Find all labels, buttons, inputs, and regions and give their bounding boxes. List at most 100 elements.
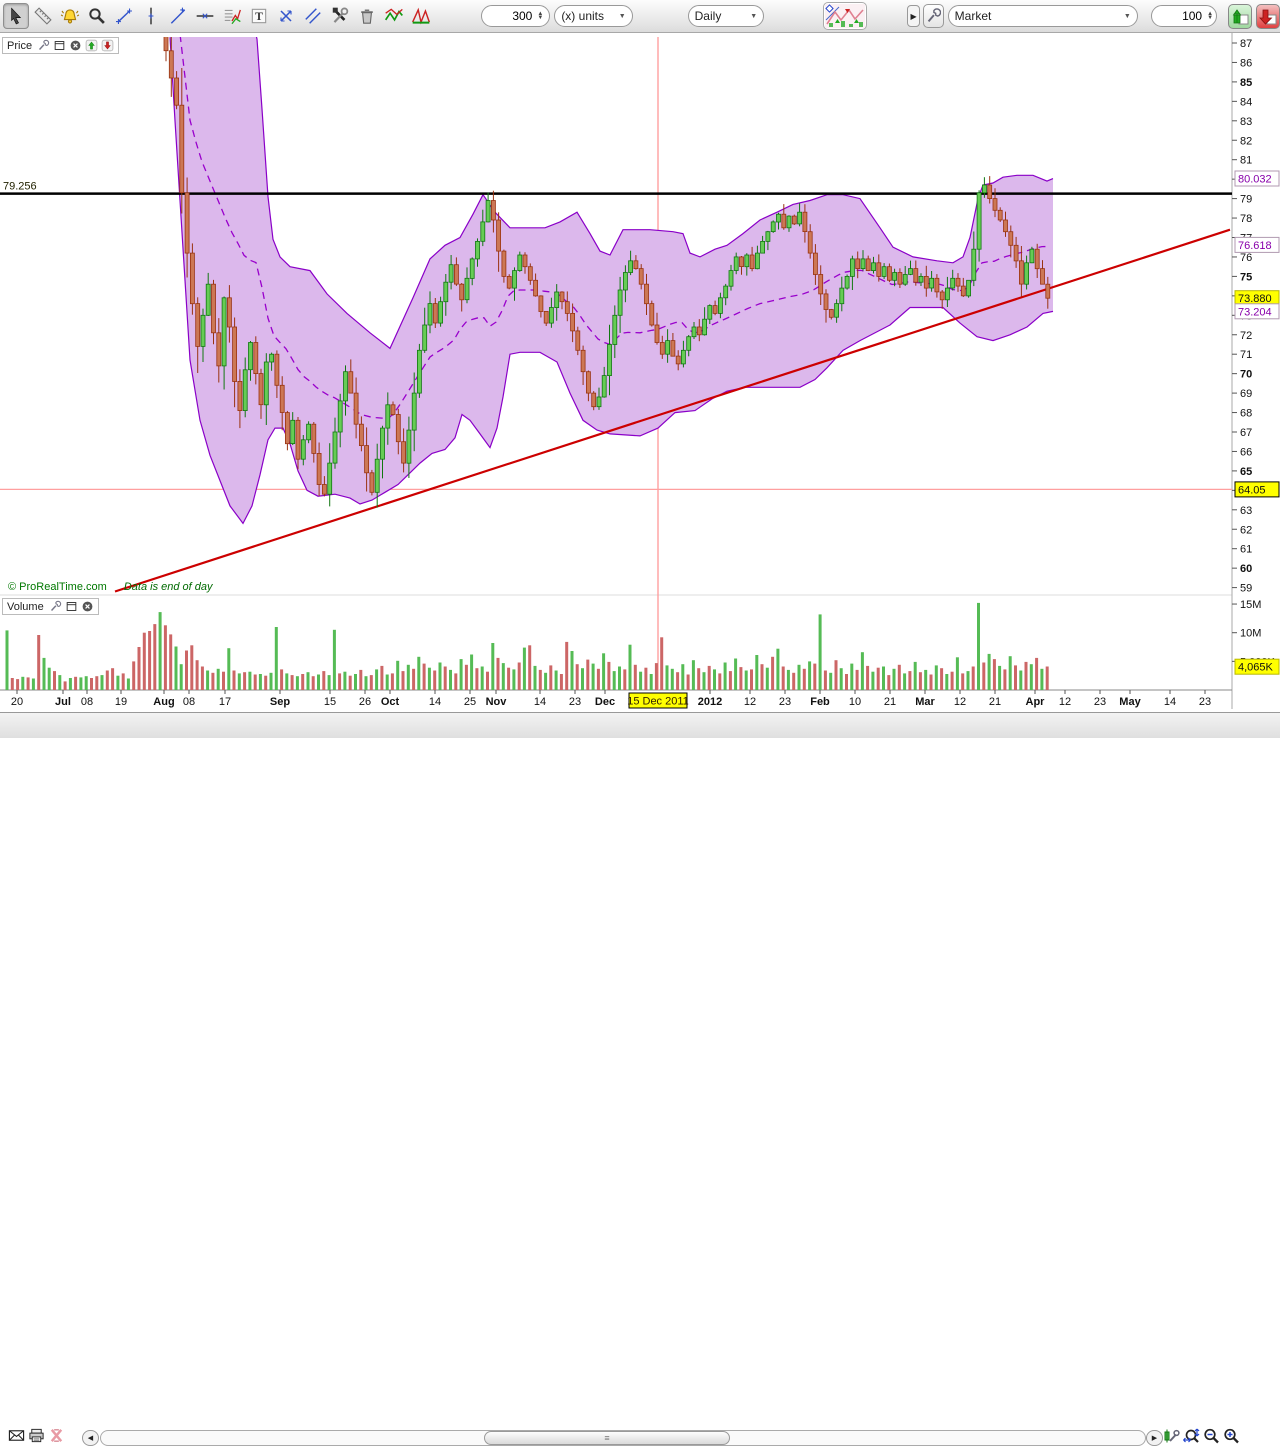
mail-icon — [8, 1427, 25, 1444]
zigzag-indicator-button[interactable] — [381, 3, 407, 29]
select-cursor-button[interactable] — [3, 3, 29, 29]
spinner-arrows-icon[interactable]: ▲▼ — [537, 12, 543, 20]
wrench-icon-button[interactable] — [37, 39, 50, 52]
chart-scrollbar-thumb[interactable]: ≡ — [484, 1431, 730, 1445]
svg-text:Oct: Oct — [381, 696, 400, 708]
svg-text:84: 84 — [1240, 96, 1252, 108]
disconnect-icon-button[interactable] — [48, 1427, 65, 1444]
horizontal-line-tool — [195, 6, 215, 26]
svg-text:63: 63 — [1240, 505, 1252, 517]
order-type-dropdown[interactable]: Market ▼ — [948, 5, 1138, 27]
move-points-tool-button[interactable] — [273, 3, 299, 29]
trend-line-tool — [168, 6, 188, 26]
indicator-list — [222, 6, 242, 26]
svg-text:Aug: Aug — [153, 696, 174, 708]
quantity-spinner[interactable]: ▲▼ — [1151, 5, 1217, 27]
timeframe-dropdown[interactable]: Daily ▼ — [688, 5, 765, 27]
chart-scrollbar-track[interactable]: ≡ — [100, 1430, 1146, 1446]
svg-text:85: 85 — [1240, 77, 1252, 89]
svg-text:69: 69 — [1240, 388, 1252, 400]
svg-text:61: 61 — [1240, 544, 1252, 556]
ruler-button[interactable] — [30, 3, 56, 29]
price-panel-icons — [37, 39, 114, 52]
window-icon — [53, 39, 66, 52]
svg-text:64.05: 64.05 — [1238, 484, 1266, 496]
scroll-left-button[interactable]: ◀ — [82, 1430, 99, 1446]
grip-icon: ≡ — [604, 1433, 609, 1443]
window-icon-button[interactable] — [53, 39, 66, 52]
pattern-indicator-button[interactable] — [408, 3, 434, 29]
chart-settings-icon-button[interactable] — [1162, 1427, 1180, 1445]
order-settings-button[interactable] — [923, 4, 944, 28]
svg-text:78: 78 — [1240, 213, 1252, 225]
volume-series — [6, 603, 1049, 690]
chart-settings-icon — [1162, 1427, 1180, 1445]
chart-canvas[interactable]: 5960616263646566676869707172737475767778… — [0, 33, 1280, 712]
bottom-right-icons — [1162, 1427, 1240, 1445]
volume-panel-header[interactable]: Volume — [2, 598, 99, 615]
bars-count-input[interactable] — [488, 8, 534, 24]
svg-text:66: 66 — [1240, 446, 1252, 458]
volume-panel-title: Volume — [7, 601, 44, 613]
price-panel-header[interactable]: Price — [2, 37, 119, 54]
chart-style-button[interactable] — [823, 2, 867, 30]
expand-order-panel-button[interactable]: ▶ — [907, 5, 919, 27]
trend-line-tool-button[interactable] — [165, 3, 191, 29]
right-arrow-icon: ▶ — [910, 12, 916, 21]
watermark: © ProRealTime.com Data is end of day — [8, 581, 213, 593]
mail-icon-button[interactable] — [8, 1427, 25, 1444]
svg-text:23: 23 — [779, 696, 791, 708]
trading-platform-window: { "toolbar": { "selected_tool": "select-… — [0, 0, 1280, 738]
trash-tool-button[interactable] — [354, 3, 380, 29]
zoom-tool — [87, 6, 107, 26]
bars-count-spinner[interactable]: ▲▼ — [481, 5, 550, 27]
alarm-bell-button[interactable] — [57, 3, 83, 29]
zoom-in-icon-button[interactable] — [1222, 1427, 1240, 1445]
svg-text:12: 12 — [744, 696, 756, 708]
indicator-list-button[interactable] — [219, 3, 245, 29]
svg-text:T: T — [255, 10, 263, 23]
arrow-down-icon-button[interactable] — [101, 39, 114, 52]
quantity-input[interactable] — [1158, 8, 1204, 24]
window-icon-button[interactable] — [65, 600, 78, 613]
parallel-lines-tool-button[interactable] — [300, 3, 326, 29]
arrow-up-icon-button[interactable] — [85, 39, 98, 52]
svg-text:81: 81 — [1240, 155, 1252, 167]
svg-text:83: 83 — [1240, 116, 1252, 128]
select-cursor — [6, 6, 26, 26]
zoom-tool-button[interactable] — [84, 3, 110, 29]
svg-text:08: 08 — [81, 696, 93, 708]
segment-tool — [114, 6, 134, 26]
close-icon-button[interactable] — [69, 39, 82, 52]
copyright-text: © ProRealTime.com — [8, 581, 107, 593]
units-dropdown[interactable]: (x) units ▼ — [554, 5, 632, 27]
svg-text:14: 14 — [1164, 696, 1176, 708]
timeframe-dropdown-label: Daily — [695, 9, 722, 23]
close-icon-button[interactable] — [81, 600, 94, 613]
text-tool-button[interactable]: T — [246, 3, 272, 29]
zoom-out-icon-button[interactable] — [1202, 1427, 1220, 1445]
svg-text:08: 08 — [183, 696, 195, 708]
horizontal-line-tool-button[interactable] — [192, 3, 218, 29]
wrench-icon-button[interactable] — [49, 600, 62, 613]
alarm-bell — [60, 6, 80, 26]
vertical-line-tool-button[interactable] — [138, 3, 164, 29]
svg-text:79: 79 — [1240, 194, 1252, 206]
svg-text:20: 20 — [11, 696, 23, 708]
options-tool-button[interactable] — [327, 3, 353, 29]
segment-tool-button[interactable] — [111, 3, 137, 29]
svg-text:82: 82 — [1240, 135, 1252, 147]
left-arrow-icon: ◀ — [88, 1434, 93, 1442]
sell-order-button[interactable] — [1256, 4, 1280, 29]
spinner-arrows-icon[interactable]: ▲▼ — [1207, 12, 1213, 20]
svg-text:4,065K: 4,065K — [1238, 662, 1274, 674]
order-type-label: Market — [955, 9, 992, 23]
print-icon-button[interactable] — [28, 1427, 45, 1444]
pan-zoom-icon-button[interactable] — [1182, 1427, 1200, 1445]
svg-text:65: 65 — [1240, 466, 1252, 478]
scroll-right-button[interactable]: ▶ — [1146, 1430, 1163, 1446]
buy-order-button[interactable] — [1228, 4, 1252, 29]
pan-zoom-icon — [1182, 1427, 1200, 1445]
chevron-down-icon: ▼ — [742, 13, 757, 20]
svg-text:73.204: 73.204 — [1238, 306, 1272, 318]
